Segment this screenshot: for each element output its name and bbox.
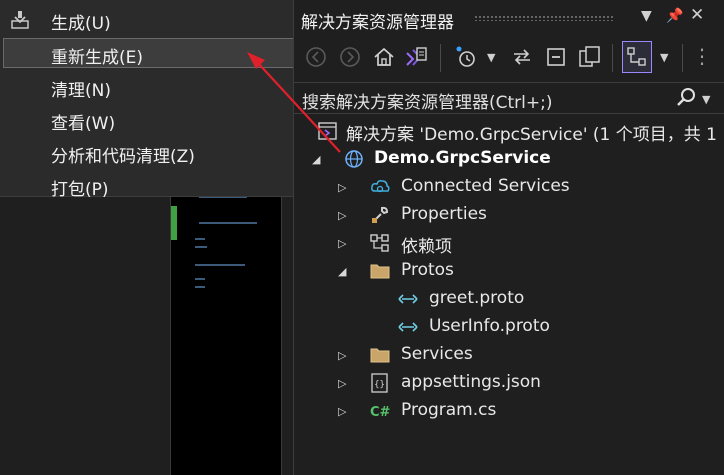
properties-view-icon[interactable] — [622, 41, 652, 73]
csharp-file-icon: C# — [370, 405, 390, 420]
expand-arrow-icon[interactable]: ▷ — [338, 405, 346, 418]
search-input[interactable]: 搜索解决方案资源管理器(Ctrl+;) — [302, 88, 552, 113]
tree-item[interactable]: ▷ 依赖项 — [294, 229, 724, 257]
minimap-line — [195, 286, 205, 288]
explorer-toolbar: ▼ ▼ ⋮ — [294, 38, 724, 80]
project-label: Demo.GrpcService — [374, 148, 551, 168]
toolbar-separator — [612, 44, 613, 72]
minimap-change-marker — [171, 206, 177, 240]
tree-item-label: UserInfo.proto — [429, 316, 550, 336]
menu-item-view[interactable]: 查看(W) — [0, 103, 299, 136]
minimap-line — [199, 222, 257, 224]
solution-label: 解决方案 'Demo.GrpcService' (1 个项目，共 1 — [346, 125, 717, 145]
menu-item-pack[interactable]: 打包(P) — [0, 169, 299, 202]
tree-item[interactable]: ▷ Connected Services — [294, 173, 724, 201]
tree-item[interactable]: ▷ C# Program.cs — [294, 397, 724, 425]
tree-item[interactable]: ▷ {} appsettings.json — [294, 369, 724, 397]
home-icon[interactable] — [370, 42, 398, 72]
pending-changes-filter-icon[interactable] — [452, 42, 480, 72]
more-options-icon[interactable]: ⋮ — [692, 44, 712, 68]
json-file-icon: {} — [371, 373, 388, 393]
tree-item-label: greet.proto — [429, 288, 525, 308]
toolbar-separator — [440, 44, 441, 72]
svg-text:C#: C# — [370, 405, 390, 420]
tree-item-label: Program.cs — [401, 400, 497, 420]
tree-project-node[interactable]: ◢ Demo.GrpcService — [294, 145, 724, 173]
menu-item-label: 打包(P) — [51, 180, 109, 200]
tree-item-label: appsettings.json — [401, 372, 541, 392]
solution-explorer-panel: 解决方案资源管理器 ▼ 📌 ✕ ▼ ▼ ⋮ 搜索解决方案资源管理器(Ctrl+;… — [293, 0, 724, 475]
menu-item-clean[interactable]: 清理(N) — [0, 70, 299, 103]
svg-text:{}: {} — [374, 380, 385, 390]
menu-item-rebuild[interactable]: 重新生成(E) — [3, 38, 297, 68]
search-options-dropdown-icon[interactable]: ▼ — [702, 93, 710, 106]
drag-grip[interactable] — [474, 15, 614, 21]
tree-item[interactable]: ▷ Properties — [294, 201, 724, 229]
tree-item-label: Properties — [401, 204, 487, 224]
solution-icon — [318, 122, 337, 140]
collapse-arrow-icon[interactable]: ◢ — [338, 265, 346, 278]
expand-arrow-icon[interactable]: ▷ — [338, 377, 346, 390]
panel-title: 解决方案资源管理器 — [301, 13, 454, 33]
tree-item-label: Services — [401, 344, 473, 364]
collapse-arrow-icon[interactable]: ◢ — [312, 153, 320, 166]
search-box[interactable]: 搜索解决方案资源管理器(Ctrl+;) ▼ — [294, 82, 724, 114]
switch-views-icon[interactable] — [402, 42, 430, 72]
expand-arrow-icon[interactable]: ▷ — [338, 349, 346, 362]
folder-icon — [370, 348, 390, 363]
sync-with-active-document-icon[interactable] — [508, 42, 536, 72]
expand-arrow-icon[interactable]: ▷ — [338, 237, 346, 250]
tree-item[interactable]: ◢ Protos — [294, 257, 724, 285]
proto-file-icon — [398, 294, 418, 304]
folder-icon — [370, 264, 390, 279]
panel-title-bar: 解决方案资源管理器 ▼ 📌 ✕ — [294, 0, 724, 36]
back-icon[interactable] — [302, 42, 330, 72]
collapse-all-icon[interactable] — [542, 42, 570, 72]
tree-item-label: Connected Services — [401, 176, 570, 196]
minimap-line — [195, 278, 205, 280]
proto-file-icon — [398, 322, 418, 332]
wrench-icon — [372, 206, 389, 223]
view-dropdown-icon[interactable]: ▼ — [660, 51, 668, 64]
menu-item-analyze-cleanup[interactable]: 分析和代码清理(Z) — [0, 136, 299, 169]
tree-item-label: 依赖项 — [401, 237, 452, 257]
show-all-files-icon[interactable] — [576, 42, 604, 72]
window-position-dropdown-icon[interactable]: ▼ — [641, 8, 652, 24]
menu-item-label: 清理(N) — [51, 81, 111, 101]
minimap-line — [195, 238, 205, 240]
build-icon — [11, 11, 29, 29]
web-project-icon — [345, 150, 363, 168]
tree-item[interactable]: ▷ Services — [294, 341, 724, 369]
tree-item[interactable]: greet.proto — [294, 285, 724, 313]
menu-item-build[interactable]: 生成(U) — [0, 3, 299, 36]
minimap-line — [195, 264, 245, 266]
expand-arrow-icon[interactable]: ▷ — [338, 209, 346, 222]
connected-services-icon — [371, 180, 390, 193]
tree-item-label: Protos — [401, 260, 454, 280]
pin-icon[interactable]: 📌 — [666, 8, 683, 24]
close-icon[interactable]: ✕ — [690, 5, 704, 25]
filter-dropdown-icon[interactable]: ▼ — [487, 51, 495, 64]
minimap-line — [195, 246, 207, 248]
menu-item-label: 生成(U) — [51, 14, 111, 34]
tree-solution-node[interactable]: 解决方案 'Demo.GrpcService' (1 个项目，共 1 — [294, 117, 724, 145]
menu-item-label: 查看(W) — [51, 114, 116, 134]
forward-icon[interactable] — [336, 42, 364, 72]
tree-item[interactable]: UserInfo.proto — [294, 313, 724, 341]
menu-item-label: 分析和代码清理(Z) — [51, 147, 195, 167]
dependencies-icon — [370, 234, 389, 252]
expand-arrow-icon[interactable]: ▷ — [338, 181, 346, 194]
menu-item-label: 重新生成(E) — [51, 48, 144, 68]
toolbar-separator — [682, 44, 683, 72]
search-icon[interactable] — [675, 87, 697, 109]
code-minimap[interactable] — [170, 168, 282, 475]
context-menu: 生成(U) 重新生成(E) 清理(N) 查看(W) 分析和代码清理(Z) 打包(… — [0, 0, 301, 200]
